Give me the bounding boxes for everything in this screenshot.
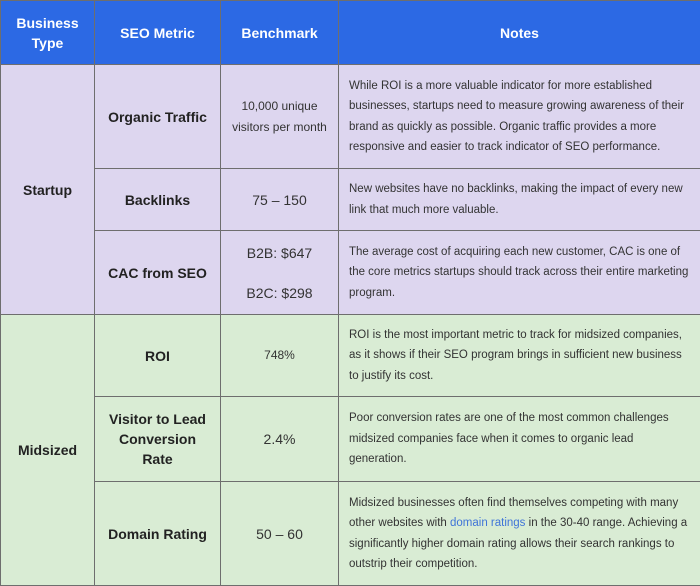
notes-cell: The average cost of acquiring each new c… bbox=[339, 231, 700, 315]
business-type-startup: Startup bbox=[1, 65, 95, 315]
metric-cell: Domain Rating bbox=[95, 482, 221, 586]
header-seo-metric: SEO Metric bbox=[95, 1, 221, 65]
benchmark-cell: 748% bbox=[221, 315, 339, 397]
metric-cell: CAC from SEO bbox=[95, 231, 221, 315]
table-row: Backlinks 75 – 150 New websites have no … bbox=[1, 169, 700, 231]
benchmark-cell: 50 – 60 bbox=[221, 482, 339, 586]
notes-cell: ROI is the most important metric to trac… bbox=[339, 315, 700, 397]
table-row: Startup Organic Traffic 10,000 unique vi… bbox=[1, 65, 700, 169]
benchmark-cell: B2B: $647 B2C: $298 bbox=[221, 231, 339, 315]
benchmark-cell: 10,000 unique visitors per month bbox=[221, 65, 339, 169]
header-notes: Notes bbox=[339, 1, 700, 65]
header-business-type: Business Type bbox=[1, 1, 95, 65]
metric-cell: Backlinks bbox=[95, 169, 221, 231]
table-row: Domain Rating 50 – 60 Midsized businesse… bbox=[1, 482, 700, 586]
startup-group: Startup Organic Traffic 10,000 unique vi… bbox=[1, 65, 700, 315]
table-row: CAC from SEO B2B: $647 B2C: $298 The ave… bbox=[1, 231, 700, 315]
header-row: Business Type SEO Metric Benchmark Notes bbox=[1, 1, 700, 65]
notes-cell: While ROI is a more valuable indicator f… bbox=[339, 65, 700, 169]
table-row: Visitor to Lead Conversion Rate 2.4% Poo… bbox=[1, 397, 700, 482]
notes-cell: Poor conversion rates are one of the mos… bbox=[339, 397, 700, 482]
benchmark-b2b: B2B: $647 bbox=[231, 242, 328, 264]
business-type-midsized: Midsized bbox=[1, 315, 95, 586]
benchmark-cell: 2.4% bbox=[221, 397, 339, 482]
benchmark-spacer bbox=[231, 264, 328, 282]
table-header: Business Type SEO Metric Benchmark Notes bbox=[1, 1, 700, 65]
table-row: Midsized ROI 748% ROI is the most import… bbox=[1, 315, 700, 397]
metric-cell: Visitor to Lead Conversion Rate bbox=[95, 397, 221, 482]
header-benchmark: Benchmark bbox=[221, 1, 339, 65]
seo-benchmark-table: Business Type SEO Metric Benchmark Notes… bbox=[0, 0, 700, 586]
midsized-group: Midsized ROI 748% ROI is the most import… bbox=[1, 315, 700, 586]
metric-cell: Organic Traffic bbox=[95, 65, 221, 169]
notes-cell: New websites have no backlinks, making t… bbox=[339, 169, 700, 231]
benchmark-cell: 75 – 150 bbox=[221, 169, 339, 231]
metric-cell: ROI bbox=[95, 315, 221, 397]
benchmark-b2c: B2C: $298 bbox=[231, 282, 328, 304]
domain-ratings-link[interactable]: domain ratings bbox=[450, 517, 525, 529]
notes-cell: Midsized businesses often find themselve… bbox=[339, 482, 700, 586]
